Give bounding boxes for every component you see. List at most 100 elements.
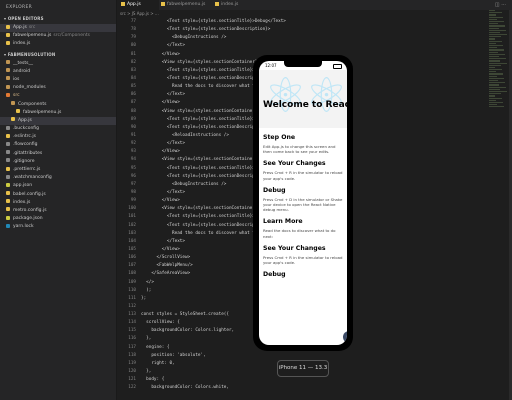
minimap-line bbox=[489, 40, 502, 42]
file-label: fabwelpemenu.js bbox=[23, 109, 62, 115]
minimap[interactable] bbox=[489, 10, 509, 110]
js-icon bbox=[16, 109, 20, 114]
folder-item[interactable]: android bbox=[0, 68, 116, 76]
section-title: Learn More bbox=[263, 218, 303, 226]
file-item[interactable]: .watchmanconfig bbox=[0, 174, 116, 182]
editor-actions[interactable]: ◫ ··· bbox=[495, 2, 506, 8]
minimap-line bbox=[489, 101, 503, 104]
json-icon bbox=[6, 215, 10, 220]
js-icon bbox=[6, 191, 10, 196]
folder-icon bbox=[6, 92, 10, 97]
device-name-label: iPhone 11 — 13.3 bbox=[277, 360, 329, 377]
file-item[interactable]: .flowconfig bbox=[0, 141, 116, 149]
line-number: 82 bbox=[130, 59, 136, 65]
tab-app-js[interactable]: App.js bbox=[117, 0, 159, 10]
section-container: Learn More Read the docs to discover what… bbox=[259, 218, 347, 238]
code-line[interactable]: <Text style={styles.sectionDescription}> bbox=[141, 26, 491, 34]
react-logo-icon: ⚛⚛ bbox=[264, 70, 347, 124]
tab-fabwelpemenu-js[interactable]: fabwelpemenu.js bbox=[157, 0, 213, 10]
line-number: 107 bbox=[128, 263, 136, 269]
folder-item[interactable]: __tests__ bbox=[0, 60, 116, 68]
file-label: node_modules bbox=[13, 85, 46, 91]
section-container: Debug Press Cmd + D in the simulator or S… bbox=[259, 187, 347, 213]
line-number: 83 bbox=[130, 67, 136, 73]
code-line[interactable]: position: 'absolute', bbox=[141, 352, 491, 360]
folder-item[interactable]: node_modules bbox=[0, 84, 116, 92]
line-number: 84 bbox=[130, 75, 136, 81]
open-editors-header[interactable]: ▾ OPEN EDITORS bbox=[0, 13, 116, 24]
folder-item[interactable]: src bbox=[0, 92, 116, 100]
open-editor-label: index.js bbox=[13, 41, 31, 47]
floating-action-button[interactable] bbox=[343, 331, 347, 343]
file-label: yarn.lock bbox=[13, 224, 34, 230]
file-item[interactable]: App.js bbox=[0, 116, 116, 126]
file-item[interactable]: yarn.lock bbox=[0, 223, 116, 231]
section-description: Press Cmd + R in the simulator to reload… bbox=[263, 254, 343, 266]
file-label: ios bbox=[13, 76, 20, 82]
more-actions-icon[interactable]: ··· bbox=[501, 2, 506, 8]
minimap-line bbox=[489, 84, 499, 86]
line-number: 87 bbox=[130, 100, 136, 106]
line-number: 120 bbox=[128, 369, 136, 375]
section-description: Press Cmd + D in the simulator or Shake … bbox=[263, 196, 343, 213]
section-container: See Your Changes Press Cmd + R in the sim… bbox=[259, 160, 347, 180]
project-header[interactable]: ▾ FABMENUSOLUTION bbox=[0, 49, 116, 60]
open-editor-item[interactable]: index.js bbox=[0, 40, 116, 48]
minimap-line bbox=[489, 104, 497, 106]
line-number: 121 bbox=[128, 377, 136, 383]
open-editor-item[interactable]: fabwelpemenu.js src/Components bbox=[0, 32, 116, 40]
tab-index-js[interactable]: index.js bbox=[211, 0, 249, 10]
file-label: Components bbox=[18, 101, 47, 107]
file-item[interactable]: fabwelpemenu.js bbox=[0, 109, 116, 117]
file-item[interactable]: .prettierrc.js bbox=[0, 166, 116, 174]
split-editor-icon[interactable]: ◫ bbox=[495, 2, 500, 8]
file-item[interactable]: .buckconfig bbox=[0, 125, 116, 133]
line-number: 115 bbox=[128, 328, 136, 334]
line-number: 89 bbox=[130, 116, 136, 122]
folder-item[interactable]: Components bbox=[0, 101, 116, 109]
minimap-line bbox=[489, 69, 502, 71]
file-item[interactable]: package.json bbox=[0, 215, 116, 223]
code-line[interactable]: backgroundColor: Colors.white, bbox=[141, 384, 491, 392]
device-notch bbox=[284, 61, 322, 67]
welcome-title: Welcome to React bbox=[263, 100, 347, 110]
file-item[interactable]: app.json bbox=[0, 182, 116, 190]
file-item[interactable]: index.js bbox=[0, 199, 116, 207]
code-line[interactable]: <Text style={styles.sectionTitle}>Debug<… bbox=[141, 18, 491, 26]
minimap-line bbox=[489, 55, 499, 58]
code-line[interactable]: <DebugInstructions /> bbox=[141, 34, 491, 42]
code-line[interactable]: body: { bbox=[141, 376, 491, 384]
line-number: 113 bbox=[128, 312, 136, 318]
explorer-title: EXPLORER bbox=[6, 5, 33, 10]
breadcrumb[interactable]: src > JS App.js > ... bbox=[117, 10, 159, 18]
file-item[interactable]: babel.config.js bbox=[0, 191, 116, 199]
minimap-line bbox=[489, 62, 507, 64]
line-number: 94 bbox=[130, 157, 136, 163]
folder-icon bbox=[6, 60, 10, 65]
file-item[interactable]: .gitignore bbox=[0, 158, 116, 166]
minimap-line bbox=[489, 29, 506, 31]
simulator-screen[interactable]: 12:07 ⚛⚛ Welcome to React Step One Edit A… bbox=[259, 61, 347, 345]
file-item[interactable]: .eslintrc.js bbox=[0, 133, 116, 141]
minimap-line bbox=[489, 90, 507, 93]
minimap-line bbox=[489, 16, 503, 18]
js-icon bbox=[6, 207, 10, 212]
minimap-line bbox=[489, 51, 498, 53]
line-number: 108 bbox=[128, 271, 136, 277]
js-icon bbox=[11, 117, 15, 122]
open-editor-item[interactable]: App.js src bbox=[0, 24, 116, 33]
minimap-line bbox=[489, 49, 504, 51]
file-label: .watchmanconfig bbox=[13, 175, 52, 181]
section-container: Step One Edit App.js to change this scree… bbox=[259, 134, 347, 154]
js-file-icon bbox=[121, 1, 125, 6]
section-title: Debug bbox=[263, 186, 286, 194]
folder-item[interactable]: ios bbox=[0, 76, 116, 84]
iphone-simulator: 12:07 ⚛⚛ Welcome to React Step One Edit A… bbox=[253, 55, 353, 351]
minimap-line bbox=[489, 64, 501, 66]
welcome-header: ⚛⚛ Welcome to React bbox=[259, 70, 347, 128]
minimap-line bbox=[489, 71, 496, 73]
code-line[interactable]: </Text> bbox=[141, 42, 491, 50]
status-bar: 12:07 bbox=[259, 61, 347, 70]
file-item[interactable]: .gitattributes bbox=[0, 150, 116, 158]
file-item[interactable]: metro.config.js bbox=[0, 207, 116, 215]
